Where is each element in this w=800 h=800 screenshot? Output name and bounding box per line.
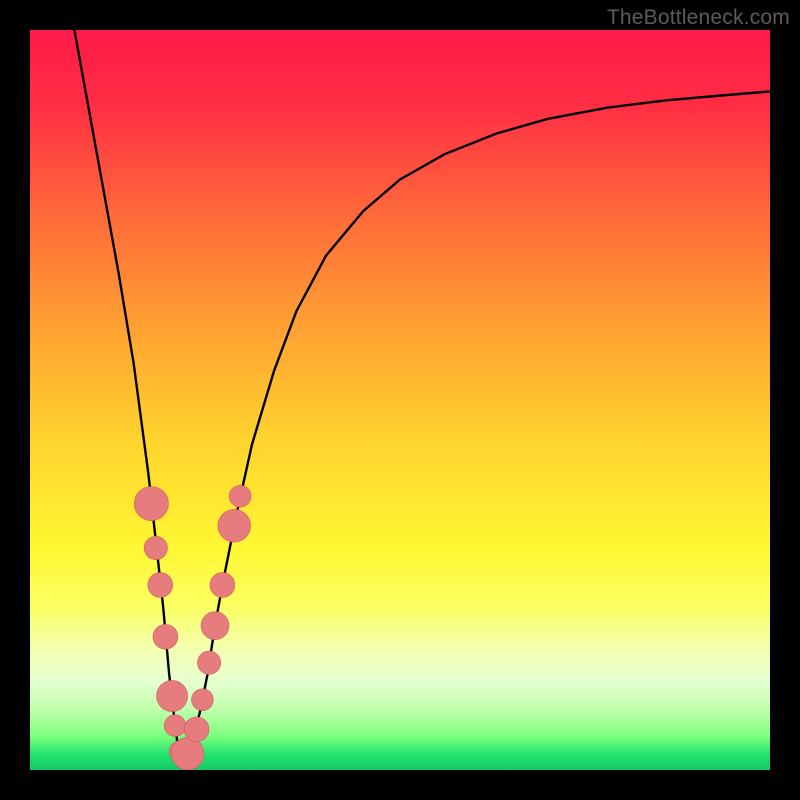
curve-marker	[134, 487, 168, 521]
curve-marker	[229, 485, 251, 507]
watermark-text: TheBottleneck.com	[607, 6, 790, 30]
curve-marker	[192, 689, 214, 711]
curve-marker	[210, 573, 235, 598]
curve-marker	[184, 717, 209, 742]
chart-frame: TheBottleneck.com	[0, 0, 800, 800]
curve-marker	[197, 651, 220, 674]
curve-marker	[157, 680, 188, 711]
curve-marker	[148, 573, 173, 598]
curve-marker	[171, 737, 204, 770]
marker-cluster	[134, 485, 251, 770]
curve-marker	[201, 612, 229, 640]
curve-marker	[218, 509, 251, 542]
curve-marker	[164, 715, 186, 737]
curve-marker	[144, 536, 167, 559]
bottleneck-curve	[74, 30, 770, 755]
plot-area	[30, 30, 770, 770]
curve-layer	[30, 30, 770, 770]
curve-marker	[153, 624, 178, 649]
